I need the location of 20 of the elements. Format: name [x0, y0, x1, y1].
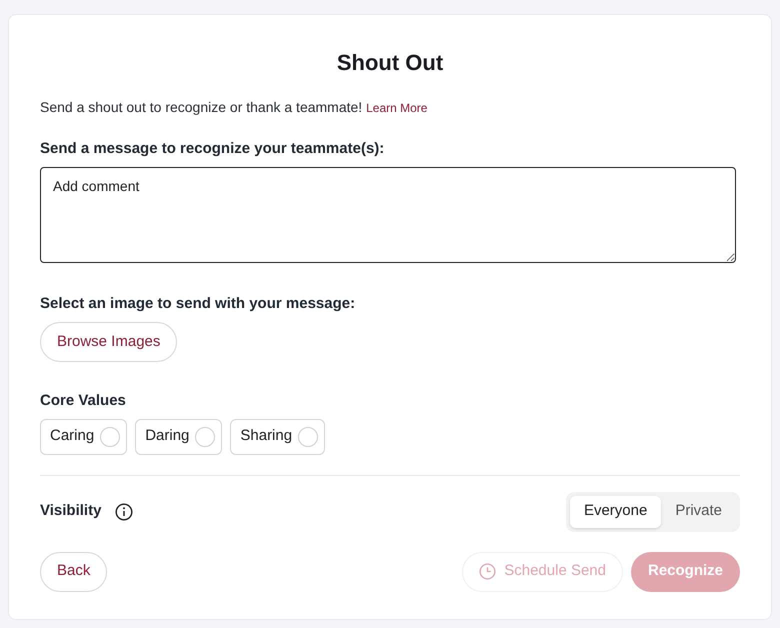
dialog-title: Shout Out: [336, 49, 444, 77]
visibility-option[interactable]: Everyone: [570, 496, 662, 528]
info-icon[interactable]: [115, 502, 134, 520]
field-label: Send a message to recognize your teammate(s):: [40, 139, 386, 159]
intro-text: Send a shout out to recognize or thank a teammate! Learn More: [40, 98, 428, 117]
visibility-label: Visibility: [40, 501, 102, 522]
browse-images-button[interactable]: Browse Images: [40, 322, 178, 362]
core-value-chip[interactable]: Sharing: [230, 418, 326, 454]
visibility-option[interactable]: Private: [661, 496, 736, 528]
chip-label: Sharing: [240, 426, 292, 446]
field-label: Core Values: [40, 391, 127, 411]
comment-field[interactable]: Add comment: [40, 166, 736, 262]
learn-more-link[interactable]: Learn More: [366, 101, 428, 115]
chip-label: Caring: [50, 426, 94, 446]
core-value-chip[interactable]: Daring: [135, 418, 222, 454]
clock-icon: [479, 563, 496, 580]
chip-label: Daring: [145, 426, 190, 446]
core-value-chip[interactable]: Caring: [40, 418, 128, 454]
field-label: Select an image to send with your message:: [40, 294, 356, 314]
back-button[interactable]: Back: [40, 552, 108, 592]
